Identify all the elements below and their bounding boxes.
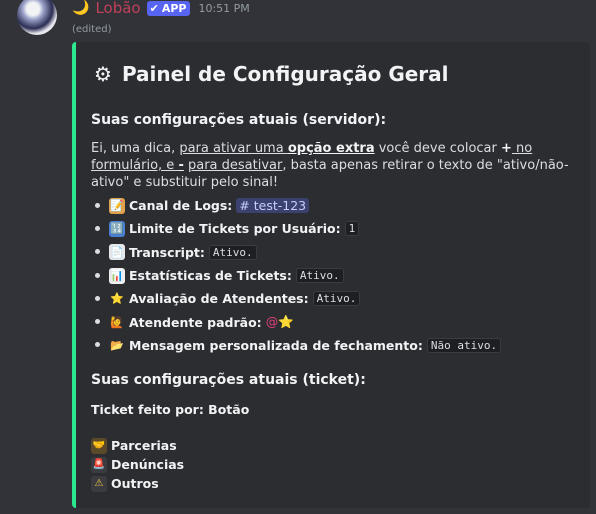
setting-value: Ativo. bbox=[208, 244, 257, 260]
bullet bbox=[95, 272, 103, 280]
bullet bbox=[95, 318, 103, 326]
avatar[interactable] bbox=[17, 0, 57, 35]
bullet bbox=[95, 202, 103, 210]
bullet bbox=[95, 248, 103, 256]
app-badge-label: APP bbox=[161, 1, 187, 15]
edited-label: (edited) bbox=[72, 24, 112, 35]
tip-text: para ativar uma bbox=[179, 141, 288, 156]
setting-ticket-stats: 📊 Estatísticas de Tickets: Ativo. bbox=[91, 264, 501, 287]
bullet bbox=[95, 341, 103, 349]
bullet bbox=[95, 295, 103, 303]
tip-text: Ei, uma dica, bbox=[91, 141, 180, 156]
setting-label: Transcript: bbox=[129, 244, 205, 260]
star-icon: ⭐ bbox=[110, 292, 124, 306]
category-item: ⚠ Outros bbox=[91, 474, 184, 493]
handshake-icon: 🤝 bbox=[91, 437, 107, 454]
setting-close-message: 📂 Mensagem personalizada de fechamento: … bbox=[91, 334, 502, 357]
tip-bold: opção extra bbox=[287, 141, 375, 156]
message-header: 🌙 Lobão ✔ APP 10:51 PM bbox=[72, 0, 250, 16]
setting-label: Estatísticas de Tickets: bbox=[129, 268, 292, 284]
tip-bold: + bbox=[501, 141, 512, 156]
settings-list: 📝 Canal de Logs: # test-123 🔢 Limite de … bbox=[91, 194, 502, 357]
memo-icon: 📝 bbox=[109, 197, 125, 214]
setting-transcript: 📄 Transcript: Ativo. bbox=[91, 241, 501, 264]
setting-value: 1 bbox=[344, 221, 360, 237]
server-heading: Suas configurações atuais (servidor): bbox=[91, 112, 387, 128]
setting-value: Ativo. bbox=[312, 291, 361, 307]
verified-check-icon: ✔ bbox=[149, 1, 159, 15]
category-list: 🤝 Parcerias 🚨 Denúncias ⚠ Outros bbox=[91, 436, 184, 493]
folder-icon: 📂 bbox=[110, 338, 124, 352]
tip-text: você deve colocar bbox=[374, 141, 501, 156]
tip-bold: - bbox=[178, 158, 184, 173]
setting-log-channel: 📝 Canal de Logs: # test-123 bbox=[91, 194, 501, 217]
setting-label: Limite de Tickets por Usuário: bbox=[129, 221, 341, 237]
moon-icon: 🌙 bbox=[72, 0, 90, 16]
warning-icon: ⚠ bbox=[91, 475, 107, 492]
tip-paragraph: Ei, uma dica, para ativar uma opção extr… bbox=[91, 140, 571, 191]
embed-title: ⚙ Painel de Configuração Geral bbox=[94, 62, 449, 86]
category-label: Denúncias bbox=[111, 457, 185, 472]
tip-text: para desativar bbox=[187, 158, 283, 173]
embed-title-text: Painel de Configuração Geral bbox=[121, 62, 449, 86]
app-badge: ✔ APP bbox=[146, 0, 191, 16]
category-label: Parcerias bbox=[111, 438, 177, 453]
username[interactable]: Lobão bbox=[95, 0, 140, 16]
document-icon: 📄 bbox=[109, 244, 125, 261]
gear-icon: ⚙ bbox=[94, 62, 112, 86]
category-item: 🤝 Parcerias bbox=[91, 436, 184, 455]
setting-label: Canal de Logs: bbox=[129, 198, 233, 214]
setting-value: Ativo. bbox=[295, 268, 344, 284]
setting-attendant-rating: ⭐ Avaliação de Atendentes: Ativo. bbox=[91, 287, 501, 310]
setting-default-attendant: 🙋 Atendente padrão: @⭐ bbox=[91, 310, 501, 333]
ticket-by: Ticket feito por: Botão bbox=[91, 402, 250, 417]
channel-mention[interactable]: # test-123 bbox=[236, 198, 310, 214]
setting-ticket-limit: 🔢 Limite de Tickets por Usuário: 1 bbox=[91, 217, 501, 240]
chart-icon: 📊 bbox=[109, 267, 125, 284]
ticket-heading: Suas configurações atuais (ticket): bbox=[91, 372, 366, 388]
setting-value: Não ativo. bbox=[426, 337, 502, 353]
siren-icon: 🚨 bbox=[91, 456, 107, 473]
setting-label: Avaliação de Atendentes: bbox=[129, 291, 309, 307]
timestamp[interactable]: 10:51 PM bbox=[198, 2, 249, 15]
raising-hand-icon: 🙋 bbox=[110, 315, 124, 329]
setting-label: Mensagem personalizada de fechamento: bbox=[129, 337, 423, 353]
category-label: Outros bbox=[111, 476, 159, 491]
category-item: 🚨 Denúncias bbox=[91, 455, 184, 474]
setting-label: Atendente padrão: bbox=[129, 314, 262, 330]
embed: ⚙ Painel de Configuração Geral Suas conf… bbox=[72, 42, 590, 508]
role-mention[interactable]: @⭐ bbox=[266, 314, 294, 330]
numbers-icon: 🔢 bbox=[109, 220, 125, 237]
bullet bbox=[95, 225, 103, 233]
